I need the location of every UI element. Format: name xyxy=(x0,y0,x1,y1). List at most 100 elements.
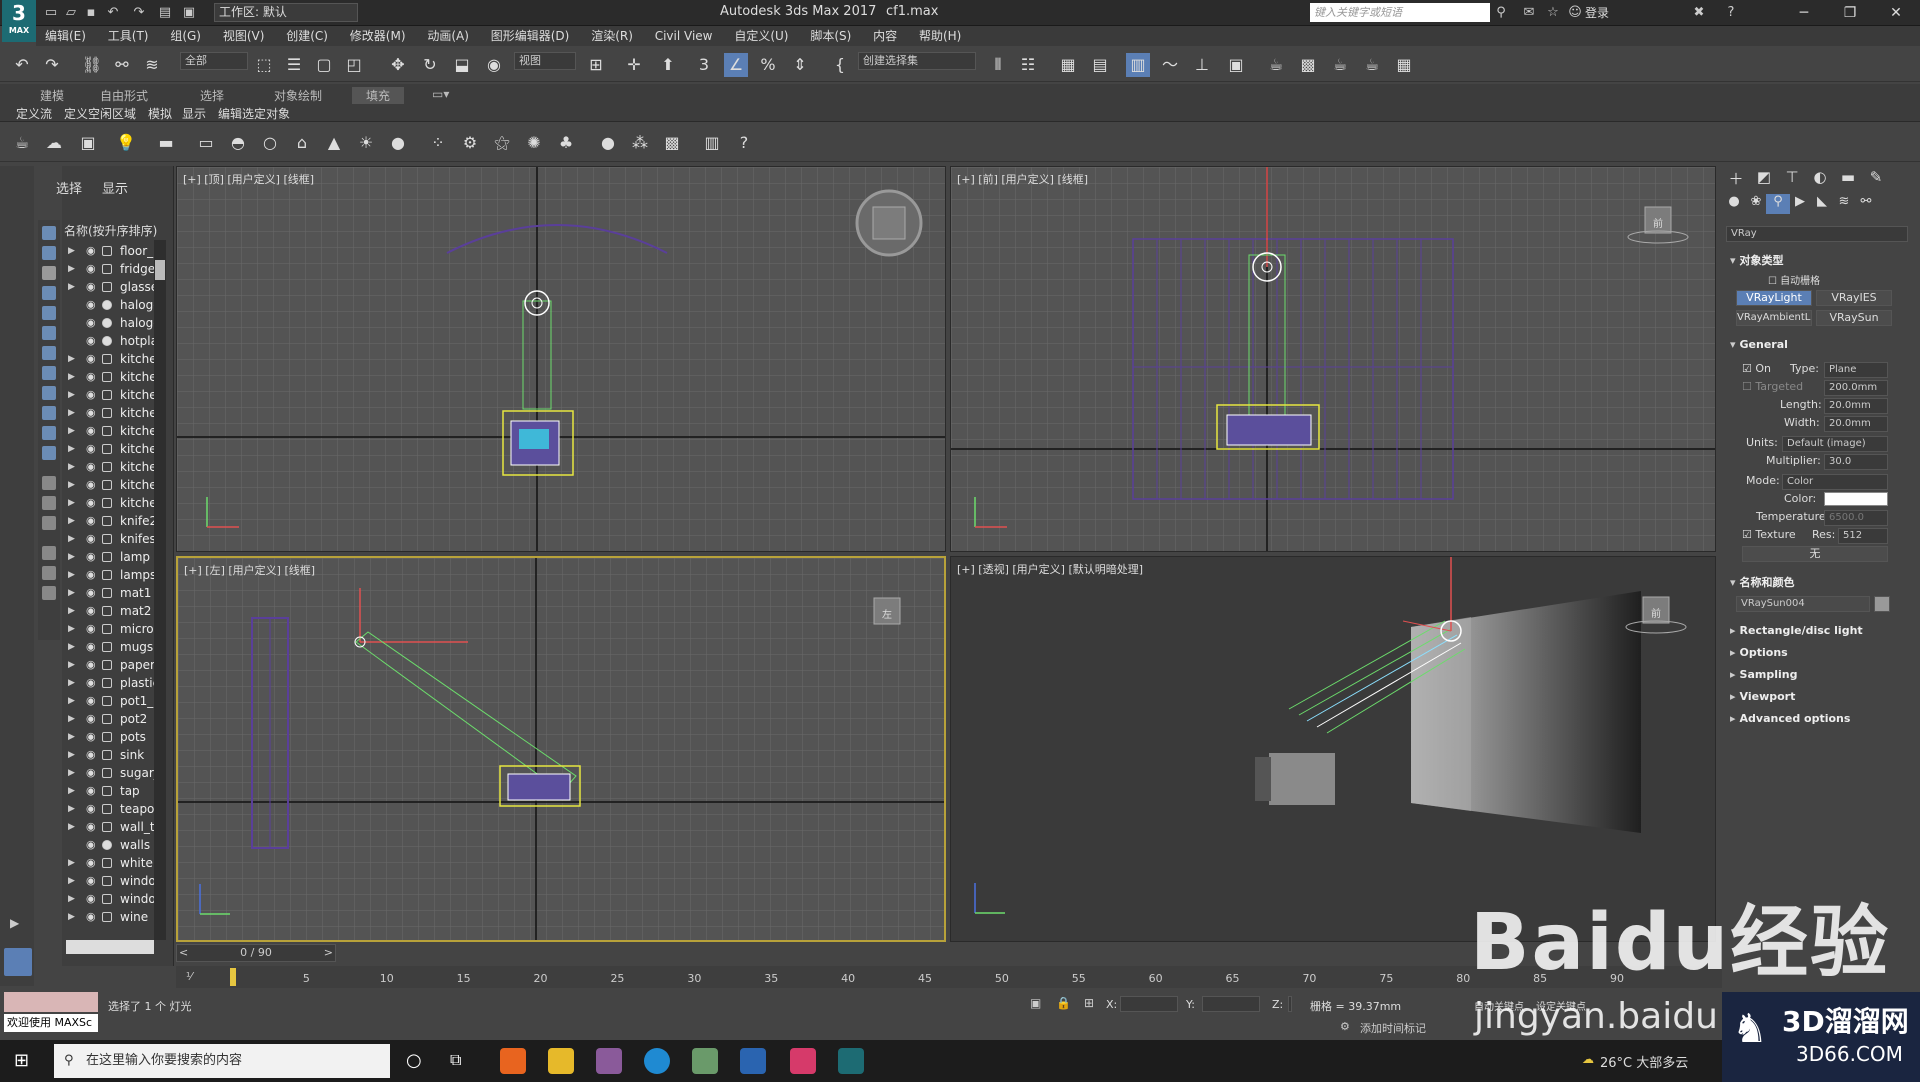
curve-editor-icon[interactable]: 〜 xyxy=(1158,53,1182,77)
visibility-eye-icon[interactable]: ◉ xyxy=(86,314,96,332)
viewcube-perspective-face[interactable]: 前 xyxy=(1651,605,1661,620)
render-icon[interactable]: ☕ xyxy=(1328,53,1352,77)
selection-lock-icon[interactable]: 🔒 xyxy=(1056,996,1071,1010)
display-frozen-icon[interactable] xyxy=(42,426,56,440)
reference-coord-select[interactable]: 视图 xyxy=(514,52,576,70)
vray-help-icon[interactable]: ? xyxy=(732,131,756,155)
space-warps-icon[interactable]: ≋ xyxy=(1832,194,1856,214)
rollout-viewport[interactable]: ▸ Viewport xyxy=(1730,690,1912,708)
helpers-icon[interactable]: ◣ xyxy=(1810,194,1834,214)
viewport-label-top[interactable]: [+] [顶] [用户定义] [线框] xyxy=(183,171,314,187)
pivot-center-icon[interactable]: ⊞ xyxy=(584,53,608,77)
display-groups-icon[interactable] xyxy=(42,346,56,360)
scene-list-item[interactable]: ▶ ◉ kitche xyxy=(64,440,160,458)
curve-editor-mini-icon[interactable]: ⅟ xyxy=(186,970,192,983)
define-idle-areas-button[interactable]: 定义空闲区域 xyxy=(64,105,136,122)
width-spinner[interactable]: 20.0mm xyxy=(1824,416,1888,432)
visibility-eye-icon[interactable]: ◉ xyxy=(86,422,96,440)
edge-icon[interactable] xyxy=(644,1048,670,1074)
new-file-icon[interactable]: ▭ xyxy=(42,4,60,22)
maxscript-mini-listener[interactable]: 欢迎使用 MAXSc xyxy=(4,1014,98,1032)
proxy-icon[interactable]: ⁘ xyxy=(426,131,450,155)
scene-list-item[interactable]: ▶ ◉ wall_t xyxy=(64,818,160,836)
percent-snap-icon[interactable]: % xyxy=(756,53,780,77)
expand-arrow-icon[interactable]: ▶ xyxy=(68,692,75,710)
expand-arrow-icon[interactable]: ▶ xyxy=(68,908,75,926)
visibility-eye-icon[interactable]: ◉ xyxy=(86,638,96,656)
scene-list-item[interactable]: ▶ ◉ lamps xyxy=(64,566,160,584)
viewcube-left-face[interactable]: 左 xyxy=(882,606,892,621)
exchange-icon[interactable]: ✖ xyxy=(1690,4,1708,22)
visibility-eye-icon[interactable]: ◉ xyxy=(86,710,96,728)
particles-icon[interactable]: ⚙ xyxy=(458,131,482,155)
undo-icon[interactable]: ↶ xyxy=(104,4,122,22)
scene-list-item[interactable]: ▶ ◉ kitche xyxy=(64,422,160,440)
schematic-view-icon[interactable]: ⊥ xyxy=(1190,53,1214,77)
lights-icon[interactable]: ⚲ xyxy=(1766,194,1790,214)
scene-list-item[interactable]: ▶ ◉ plastic xyxy=(64,674,160,692)
invert-selection-icon[interactable] xyxy=(42,516,56,530)
visibility-eye-icon[interactable]: ◉ xyxy=(86,908,96,926)
viewport-top[interactable]: [+] [顶] [用户定义] [线框] xyxy=(176,166,946,552)
hierarchy-tab-icon[interactable]: ⊤ xyxy=(1780,168,1804,188)
viewcube-front-face[interactable]: 前 xyxy=(1653,215,1663,230)
render-iterative-icon[interactable]: ☕ xyxy=(1360,53,1384,77)
scene-list-item[interactable]: ▶ ◉ kitche xyxy=(64,494,160,512)
scene-list-item[interactable]: ◉ walls xyxy=(64,836,160,854)
frame-buffer-icon[interactable]: ▣ xyxy=(76,131,100,155)
ribbon-options-icon[interactable]: ▭▾ xyxy=(432,87,449,101)
texture-none-button[interactable]: 无 xyxy=(1742,546,1888,562)
visibility-eye-icon[interactable]: ◉ xyxy=(86,548,96,566)
display-xrefs-icon[interactable] xyxy=(42,366,56,380)
visibility-eye-icon[interactable]: ◉ xyxy=(86,746,96,764)
scene-list-item[interactable]: ▶ ◉ windo xyxy=(64,890,160,908)
auto-grid-checkbox[interactable]: ☐ 自动栅格 xyxy=(1768,272,1820,287)
prev-frame-icon[interactable]: < xyxy=(179,945,188,961)
scene-list-item[interactable]: ▶ ◉ micro xyxy=(64,620,160,638)
move-icon[interactable]: ✥ xyxy=(386,53,410,77)
multi-material-icon[interactable]: ⁂ xyxy=(628,131,652,155)
menu-graph-editors[interactable]: 图形编辑器(D) xyxy=(482,26,579,46)
scene-list-item[interactable]: ▶ ◉ wine xyxy=(64,908,160,926)
rollout-general[interactable]: ▾ General xyxy=(1730,338,1912,356)
scene-list-item[interactable]: ▶ ◉ mat1 xyxy=(64,584,160,602)
taskbar-search[interactable]: ⚲ 在这里输入你要搜索的内容 xyxy=(54,1044,390,1078)
visibility-eye-icon[interactable]: ◉ xyxy=(86,242,96,260)
display-all-icon[interactable] xyxy=(42,226,56,240)
rollout-advanced-options[interactable]: ▸ Advanced options xyxy=(1730,712,1912,730)
app2-icon[interactable] xyxy=(790,1048,816,1074)
scene-list-item[interactable]: ▶ ◉ sink xyxy=(64,746,160,764)
login-button[interactable]: 登录 xyxy=(1585,4,1609,21)
display-cameras-icon[interactable] xyxy=(42,286,56,300)
rollout-options[interactable]: ▸ Options xyxy=(1730,646,1912,664)
visibility-eye-icon[interactable]: ◉ xyxy=(86,728,96,746)
task-view-icon[interactable]: ⧉ xyxy=(450,1050,461,1070)
ribbon-toggle-icon[interactable]: ▤ xyxy=(1088,53,1112,77)
favorites-star-icon[interactable]: ☆ xyxy=(1544,4,1562,22)
expand-arrow-icon[interactable]: ▶ xyxy=(68,620,75,638)
expand-arrow-icon[interactable]: ▶ xyxy=(68,728,75,746)
multiplier-spinner[interactable]: 30.0 xyxy=(1824,454,1888,470)
redo-icon[interactable]: ↷ xyxy=(130,4,148,22)
isolate-selection-icon[interactable]: ▣ xyxy=(1030,996,1041,1010)
scene-list-item[interactable]: ◉ hotpla xyxy=(64,332,160,350)
spinner-snap-icon[interactable]: ⇕ xyxy=(788,53,812,77)
visibility-eye-icon[interactable]: ◉ xyxy=(86,566,96,584)
grass-icon[interactable]: ♣ xyxy=(554,131,578,155)
rollout-name-color[interactable]: ▾ 名称和颜色 xyxy=(1730,574,1912,592)
display-helpers-icon[interactable] xyxy=(42,306,56,320)
mode-select[interactable]: Color xyxy=(1782,474,1888,490)
targeted-checkbox[interactable]: ☐ Targeted xyxy=(1742,380,1803,393)
scene-list-item[interactable]: ▶ ◉ kitche xyxy=(64,458,160,476)
visibility-eye-icon[interactable]: ◉ xyxy=(86,512,96,530)
display-containers-icon[interactable] xyxy=(42,406,56,420)
expand-arrow-icon[interactable]: ▶ xyxy=(68,566,75,584)
visibility-eye-icon[interactable]: ◉ xyxy=(86,656,96,674)
file-explorer-icon[interactable] xyxy=(548,1048,574,1074)
visibility-eye-icon[interactable]: ◉ xyxy=(86,260,96,278)
find-icon[interactable] xyxy=(42,546,56,560)
shapes-icon[interactable]: ❀ xyxy=(1744,194,1768,214)
on-checkbox[interactable]: ☑ On xyxy=(1742,362,1771,375)
visibility-eye-icon[interactable]: ◉ xyxy=(86,818,96,836)
tab-modeling[interactable]: 建模 xyxy=(40,87,64,104)
